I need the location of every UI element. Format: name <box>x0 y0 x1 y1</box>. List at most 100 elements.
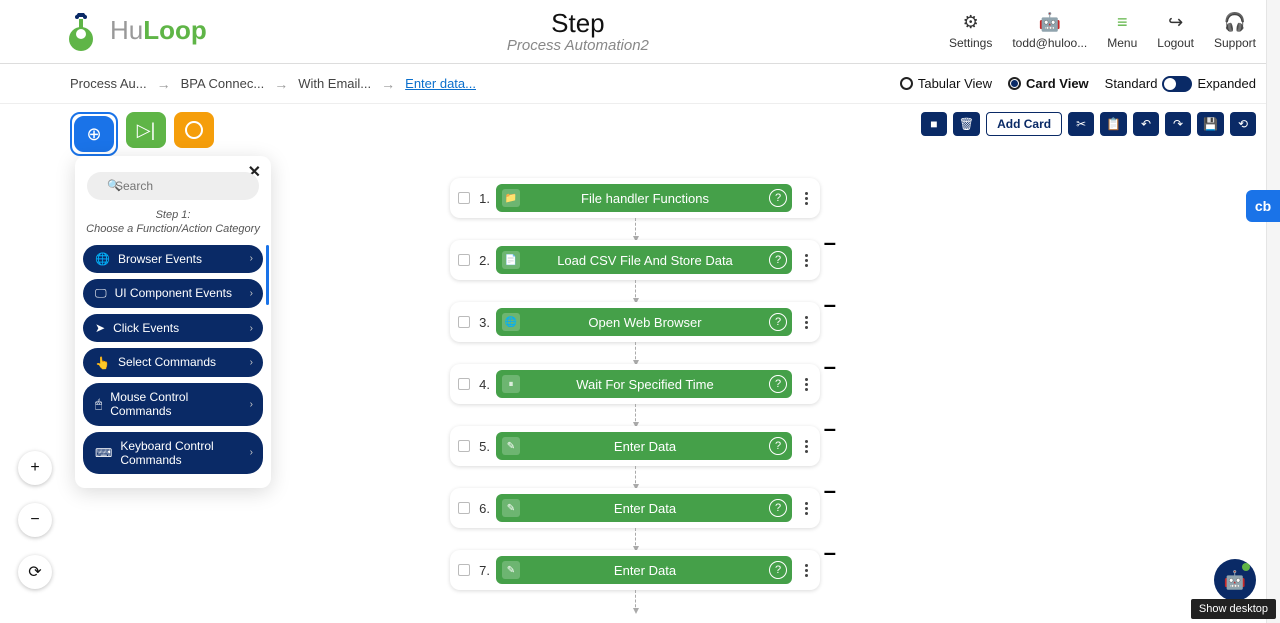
breadcrumb-item[interactable]: BPA Connec... <box>181 76 265 91</box>
status-dot-icon <box>1242 563 1250 571</box>
step-checkbox[interactable] <box>458 378 470 390</box>
redo-button[interactable]: ↷ <box>1165 112 1191 136</box>
connector-arrow-icon <box>635 404 636 426</box>
step-card[interactable]: 4. ⏸ Wait For Specified Time ? <box>450 364 820 404</box>
zoom-in-button[interactable]: + <box>18 451 52 485</box>
run-button[interactable]: ▷| <box>126 112 166 148</box>
category-item[interactable]: 👆 Select Commands › <box>83 348 263 376</box>
step-checkbox[interactable] <box>458 316 470 328</box>
tabular-view-option[interactable]: Tabular View <box>900 76 992 91</box>
category-label: Click Events <box>113 321 242 335</box>
step-label: Enter Data <box>526 501 764 516</box>
collapse-toggle[interactable]: – <box>824 540 836 566</box>
step-card-row: – 6. ✎ Enter Data ? <box>450 488 820 528</box>
cut-button[interactable]: ✂ <box>1068 112 1094 136</box>
breadcrumb-current[interactable]: Enter data... <box>405 76 476 91</box>
nav-user[interactable]: 🤖 todd@huloo... <box>1012 12 1087 50</box>
step-checkbox[interactable] <box>458 440 470 452</box>
chevron-right-icon: › <box>250 323 253 334</box>
help-icon[interactable]: ? <box>769 499 787 517</box>
step-type-icon: ✎ <box>502 437 520 455</box>
help-icon[interactable]: ? <box>769 437 787 455</box>
collapse-toggle[interactable]: – <box>824 292 836 318</box>
step-menu-button[interactable] <box>800 440 812 453</box>
category-item[interactable]: 🖱 Mouse Control Commands › <box>83 383 263 426</box>
cb-side-tab[interactable]: cb <box>1246 190 1280 222</box>
step-number: 2. <box>476 253 490 268</box>
robot-icon: 🤖 <box>1224 570 1246 591</box>
category-item[interactable]: 🌐 Browser Events › <box>83 245 263 273</box>
play-next-icon: ▷| <box>137 120 156 141</box>
right-toolbar: ■ 🗑 Add Card ✂ 📋 ↶ ↷ 💾 ⟲ <box>921 112 1256 136</box>
category-item[interactable]: ⌨ Keyboard Control Commands › <box>83 432 263 475</box>
collapse-toggle[interactable]: – <box>824 416 836 442</box>
step-menu-button[interactable] <box>800 192 812 205</box>
step-checkbox[interactable] <box>458 502 470 514</box>
step-menu-button[interactable] <box>800 564 812 577</box>
category-item[interactable]: 🖵 UI Component Events › <box>83 279 263 308</box>
step-number: 1. <box>476 191 490 206</box>
record-button[interactable] <box>174 112 214 148</box>
step-checkbox[interactable] <box>458 192 470 204</box>
step-checkbox[interactable] <box>458 564 470 576</box>
step-card[interactable]: 3. 🌐 Open Web Browser ? <box>450 302 820 342</box>
nav-settings[interactable]: ⚙ Settings <box>949 12 992 50</box>
breadcrumb-item[interactable]: With Email... <box>298 76 371 91</box>
category-icon: 🌐 <box>95 252 110 266</box>
step-card-row: – 4. ⏸ Wait For Specified Time ? <box>450 364 820 404</box>
minus-icon: − <box>30 511 39 529</box>
help-icon[interactable]: ? <box>769 189 787 207</box>
nav-label: Logout <box>1157 36 1194 50</box>
nav-support[interactable]: 🎧 Support <box>1214 12 1256 50</box>
search-input[interactable] <box>87 172 259 200</box>
category-item[interactable]: ➤ Click Events › <box>83 314 263 342</box>
density-toggle[interactable]: Standard Expanded <box>1105 76 1256 92</box>
collapse-toggle[interactable]: – <box>824 230 836 256</box>
step-menu-button[interactable] <box>800 502 812 515</box>
nav-logout[interactable]: ↪ Logout <box>1157 12 1194 50</box>
save-button[interactable]: 💾 <box>1197 112 1224 136</box>
chevron-right-icon: › <box>250 447 253 458</box>
step-number: 5. <box>476 439 490 454</box>
help-icon[interactable]: ? <box>769 375 787 393</box>
step-card[interactable]: 5. ✎ Enter Data ? <box>450 426 820 466</box>
breadcrumb-item[interactable]: Process Au... <box>70 76 147 91</box>
undo-button[interactable]: ↶ <box>1133 112 1159 136</box>
chevron-right-icon: › <box>250 253 253 264</box>
nav-menu[interactable]: ≡ Menu <box>1107 12 1137 50</box>
paste-button[interactable]: 📋 <box>1100 112 1127 136</box>
stop-button[interactable]: ■ <box>921 112 947 136</box>
zoom-out-button[interactable]: − <box>18 503 52 537</box>
page-scrollbar[interactable] <box>1266 0 1280 623</box>
chat-assistant-button[interactable]: 🤖 <box>1214 559 1256 601</box>
collapse-toggle[interactable]: – <box>824 478 836 504</box>
step-body: ✎ Enter Data ? <box>496 432 792 460</box>
zoom-reset-button[interactable]: ⟳ <box>18 555 52 589</box>
step-card[interactable]: 7. ✎ Enter Data ? <box>450 550 820 590</box>
step-card[interactable]: 6. ✎ Enter Data ? <box>450 488 820 528</box>
step-card[interactable]: 1. 📁 File handler Functions ? <box>450 178 820 218</box>
step-checkbox[interactable] <box>458 254 470 266</box>
step-menu-button[interactable] <box>800 316 812 329</box>
card-view-option[interactable]: Card View <box>1008 76 1089 91</box>
step-card[interactable]: 2. 📄 Load CSV File And Store Data ? <box>450 240 820 280</box>
add-step-button[interactable]: ⊕ <box>70 112 118 156</box>
nav-label: Support <box>1214 36 1256 50</box>
step-menu-button[interactable] <box>800 378 812 391</box>
step-label: File handler Functions <box>526 191 764 206</box>
panel-scrollbar[interactable] <box>266 245 269 305</box>
step-label: Enter Data <box>526 563 764 578</box>
refresh-button[interactable]: ⟲ <box>1230 112 1256 136</box>
collapse-toggle[interactable]: – <box>824 354 836 380</box>
add-card-button[interactable]: Add Card <box>986 112 1062 136</box>
category-list: 🌐 Browser Events › 🖵 UI Component Events … <box>75 245 271 475</box>
zoom-controls: + − ⟳ <box>18 451 52 589</box>
step-card-row: – 3. 🌐 Open Web Browser ? <box>450 302 820 342</box>
undo-icon: ↶ <box>1141 117 1151 131</box>
brand-logo[interactable]: HuLoop <box>60 9 207 53</box>
step-menu-button[interactable] <box>800 254 812 267</box>
help-icon[interactable]: ? <box>769 561 787 579</box>
delete-button[interactable]: 🗑 <box>953 112 980 136</box>
help-icon[interactable]: ? <box>769 313 787 331</box>
help-icon[interactable]: ? <box>769 251 787 269</box>
